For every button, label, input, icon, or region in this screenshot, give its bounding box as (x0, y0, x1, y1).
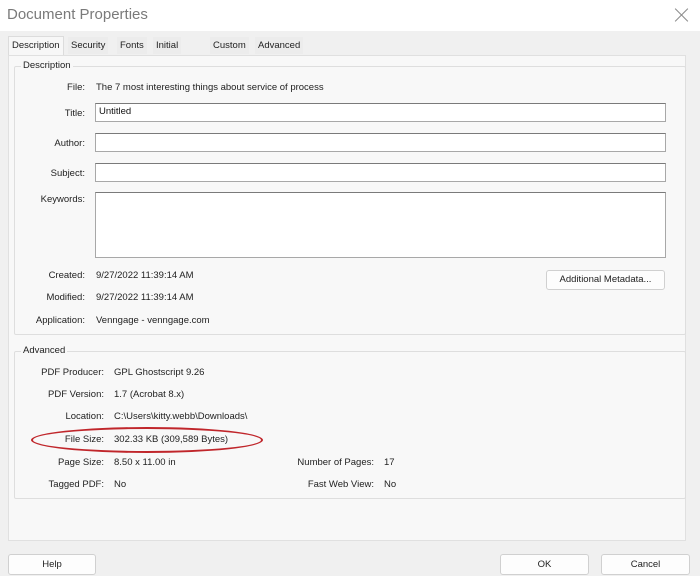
tab-security[interactable]: Security (68, 37, 109, 54)
author-label: Author: (54, 138, 85, 149)
number-of-pages-label: Number of Pages: (297, 457, 374, 468)
tab-advanced[interactable]: Advanced (255, 37, 304, 54)
tab-initial-view[interactable]: Initial View (153, 37, 182, 68)
keywords-label: Keywords: (40, 194, 85, 205)
pdf-producer-label: PDF Producer: (41, 367, 104, 378)
additional-metadata-button[interactable]: Additional Metadata... (546, 270, 665, 290)
author-input[interactable] (95, 133, 666, 152)
created-value: 9/27/2022 11:39:14 AM (96, 270, 194, 281)
modified-label: Modified: (46, 292, 85, 303)
page-size-value: 8.50 x 11.00 in (114, 457, 176, 468)
advanced-group-label: Advanced (21, 345, 68, 356)
keywords-input[interactable] (95, 192, 666, 258)
tab-description[interactable]: Description (8, 36, 64, 56)
pdf-version-value: 1.7 (Acrobat 8.x) (114, 389, 185, 400)
help-button[interactable]: Help (8, 554, 96, 575)
subject-input[interactable] (95, 163, 666, 182)
close-icon[interactable] (672, 5, 692, 25)
subject-label: Subject: (50, 168, 85, 179)
title-bar: Document Properties (0, 0, 700, 31)
title-input[interactable]: Untitled (95, 103, 666, 122)
file-value: The 7 most interesting things about serv… (96, 82, 324, 93)
application-label: Application: (35, 315, 85, 326)
tagged-pdf-value: No (114, 479, 127, 490)
pdf-version-label: PDF Version: (48, 389, 104, 400)
window-title: Document Properties (7, 6, 148, 23)
title-label: Title: (64, 108, 85, 119)
pdf-producer-value: GPL Ghostscript 9.26 (114, 367, 205, 378)
file-size-label: File Size: (64, 434, 104, 445)
created-label: Created: (48, 270, 85, 281)
description-group-label: Description (21, 60, 73, 71)
page-size-label: Page Size: (58, 457, 104, 468)
file-size-value: 302.33 KB (309,589 Bytes) (114, 434, 229, 445)
number-of-pages-value: 17 (384, 457, 395, 468)
fast-web-view-value: No (384, 479, 397, 490)
location-label: Location: (65, 411, 104, 422)
modified-value: 9/27/2022 11:39:14 AM (96, 292, 194, 303)
fast-web-view-label: Fast Web View: (307, 479, 374, 490)
location-value: C:\Users\kitty.webb\Downloads\ (114, 411, 248, 422)
cancel-button[interactable]: Cancel (601, 554, 690, 575)
file-label: File: (67, 82, 85, 93)
tagged-pdf-label: Tagged PDF: (48, 479, 104, 490)
application-value: Venngage - venngage.com (96, 315, 210, 326)
ok-button[interactable]: OK (500, 554, 589, 575)
tab-fonts[interactable]: Fonts (117, 37, 147, 54)
tab-custom[interactable]: Custom (210, 37, 249, 54)
